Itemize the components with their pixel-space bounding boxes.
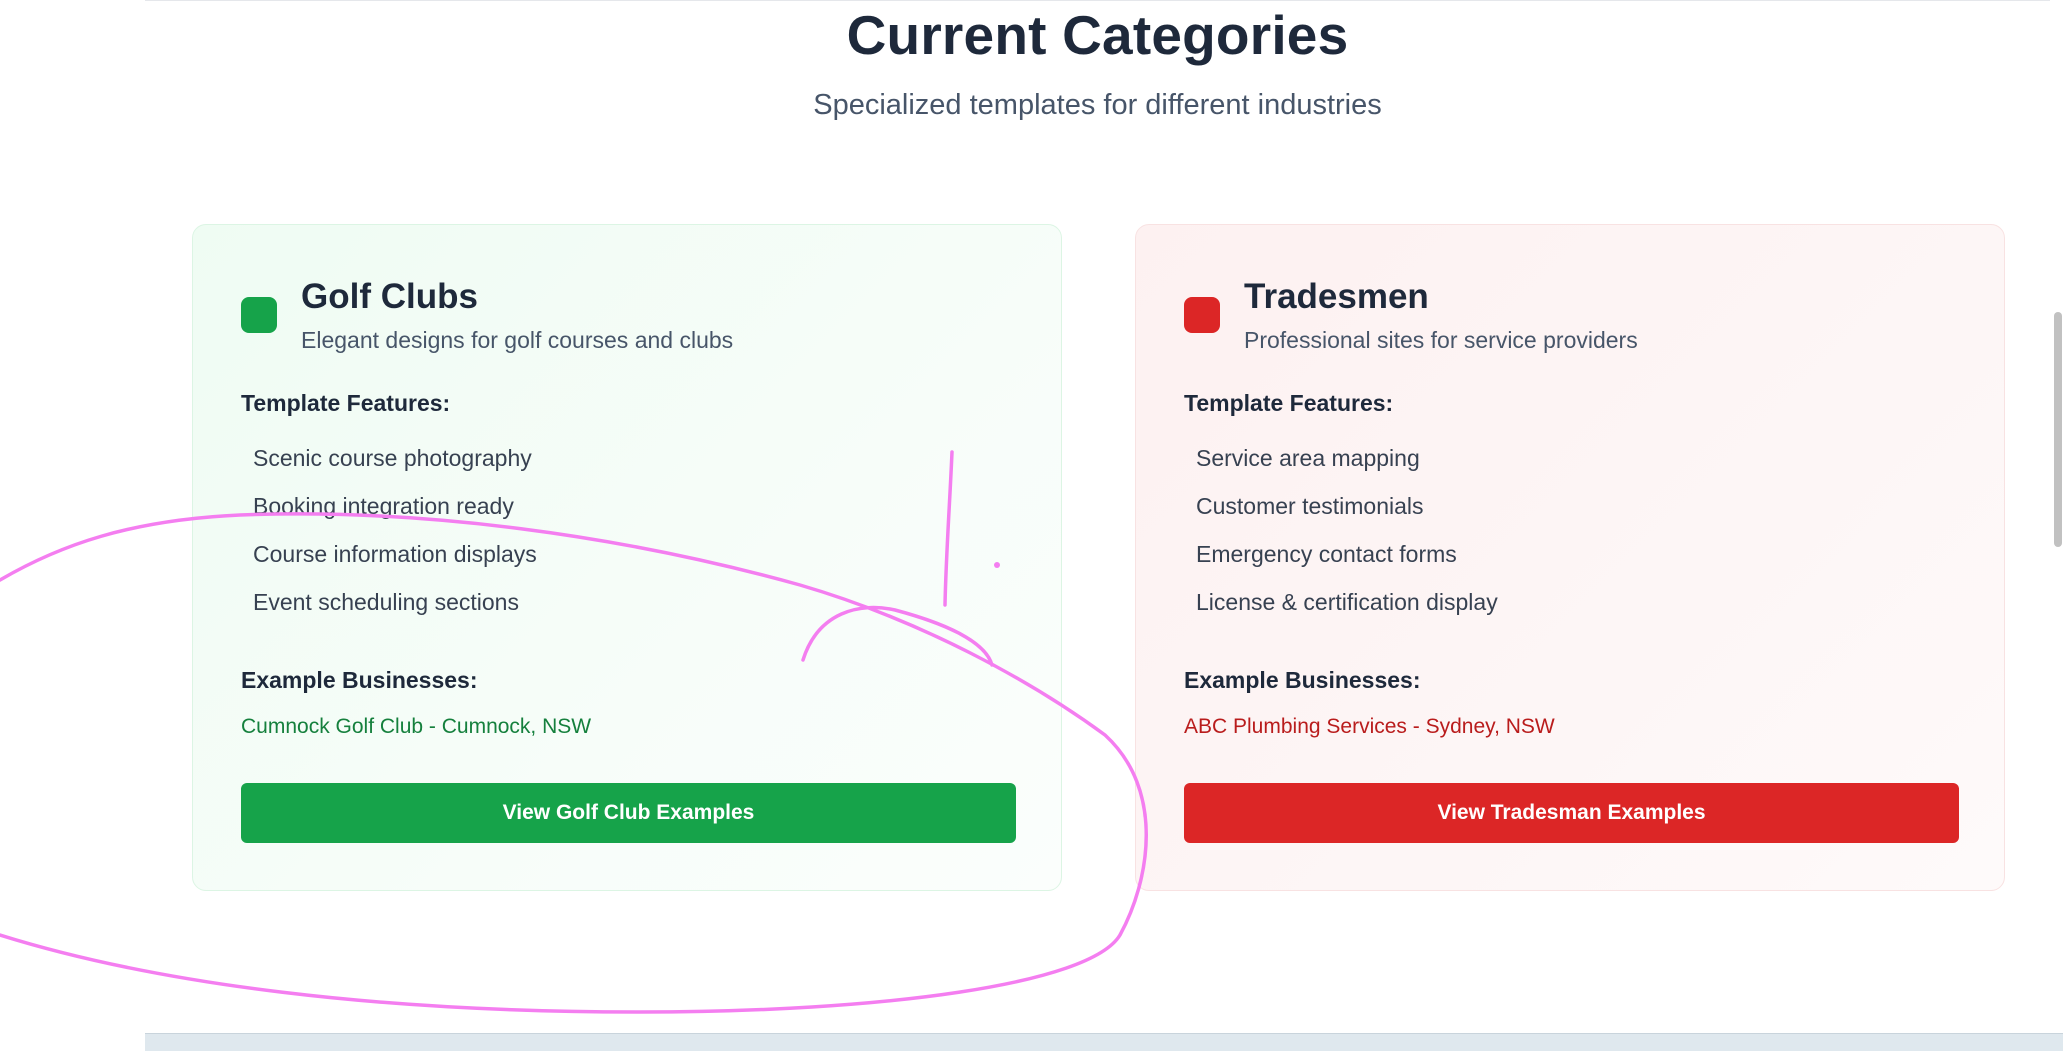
section-title: Current Categories xyxy=(846,4,1349,66)
features-list: Service area mapping Customer testimonia… xyxy=(1196,443,1498,635)
tradesmen-color-icon xyxy=(1184,297,1220,333)
features-list: Scenic course photography Booking integr… xyxy=(253,443,537,635)
list-item: Service area mapping xyxy=(1196,445,1420,471)
left-gutter xyxy=(0,0,145,1050)
page-content: Current Categories Specialized templates… xyxy=(145,0,2050,1034)
section-subtitle: Specialized templates for different indu… xyxy=(813,89,1382,121)
list-item: Course information displays xyxy=(253,541,537,567)
scrollbar-thumb[interactable] xyxy=(2054,312,2062,547)
taskbar xyxy=(145,1033,2063,1051)
list-item: Booking integration ready xyxy=(253,493,514,519)
example-business-link[interactable]: ABC Plumbing Services - Sydney, NSW xyxy=(1184,715,1555,739)
examples-heading: Example Businesses: xyxy=(241,667,478,693)
list-item: Scenic course photography xyxy=(253,445,532,471)
list-item: Event scheduling sections xyxy=(253,589,519,615)
list-item: License & certification display xyxy=(1196,589,1498,615)
golf-clubs-color-icon xyxy=(241,297,277,333)
features-heading: Template Features: xyxy=(1184,390,1394,416)
category-title: Golf Clubs xyxy=(301,277,478,316)
features-heading: Template Features: xyxy=(241,390,451,416)
list-item: Emergency contact forms xyxy=(1196,541,1457,567)
category-card-tradesmen: Tradesmen Professional sites for service… xyxy=(1135,224,2005,891)
category-title: Tradesmen xyxy=(1244,277,1429,316)
category-description: Professional sites for service providers xyxy=(1244,327,1638,353)
example-business-link[interactable]: Cumnock Golf Club - Cumnock, NSW xyxy=(241,715,591,739)
view-golf-club-examples-button[interactable]: View Golf Club Examples xyxy=(241,783,1016,843)
list-item: Customer testimonials xyxy=(1196,493,1424,519)
examples-heading: Example Businesses: xyxy=(1184,667,1421,693)
category-card-golf-clubs: Golf Clubs Elegant designs for golf cour… xyxy=(192,224,1062,891)
category-description: Elegant designs for golf courses and clu… xyxy=(301,327,734,353)
view-tradesman-examples-button[interactable]: View Tradesman Examples xyxy=(1184,783,1959,843)
